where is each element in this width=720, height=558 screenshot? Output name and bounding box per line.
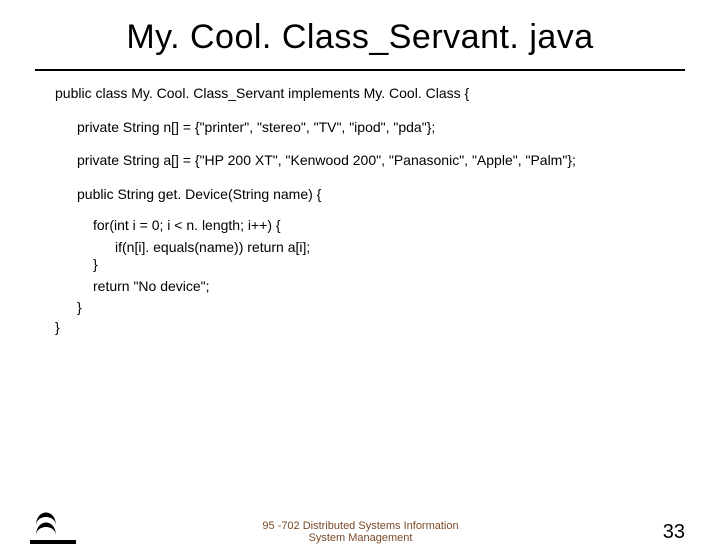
- return-line: return "No device";: [93, 278, 700, 296]
- field-n: private String n[] = {"printer", "stereo…: [77, 119, 700, 137]
- footer-line2: System Management: [309, 532, 413, 544]
- code-block: public class My. Cool. Class_Servant imp…: [55, 85, 700, 336]
- footer-text: 95 -702 Distributed Systems Information …: [76, 520, 645, 544]
- method-declaration: public String get. Device(String name) {: [77, 186, 700, 204]
- field-a: private String a[] = {"HP 200 XT", "Kenw…: [77, 152, 700, 170]
- if-line: if(n[i]. equals(name)) return a[i];: [115, 239, 700, 257]
- page-number: 33: [645, 521, 685, 544]
- method-close: }: [77, 299, 700, 317]
- class-declaration: public class My. Cool. Class_Servant imp…: [55, 85, 700, 103]
- title-rule: [35, 69, 685, 71]
- for-line: for(int i = 0; i < n. length; i++) {: [93, 217, 700, 235]
- class-close: }: [55, 319, 700, 337]
- logo-icon: [30, 504, 76, 544]
- slide-title: My. Cool. Class_Servant. java: [0, 18, 720, 57]
- for-close: }: [93, 256, 700, 274]
- footer-line1: 95 -702 Distributed Systems Information: [262, 520, 458, 532]
- slide-footer: 95 -702 Distributed Systems Information …: [0, 504, 720, 544]
